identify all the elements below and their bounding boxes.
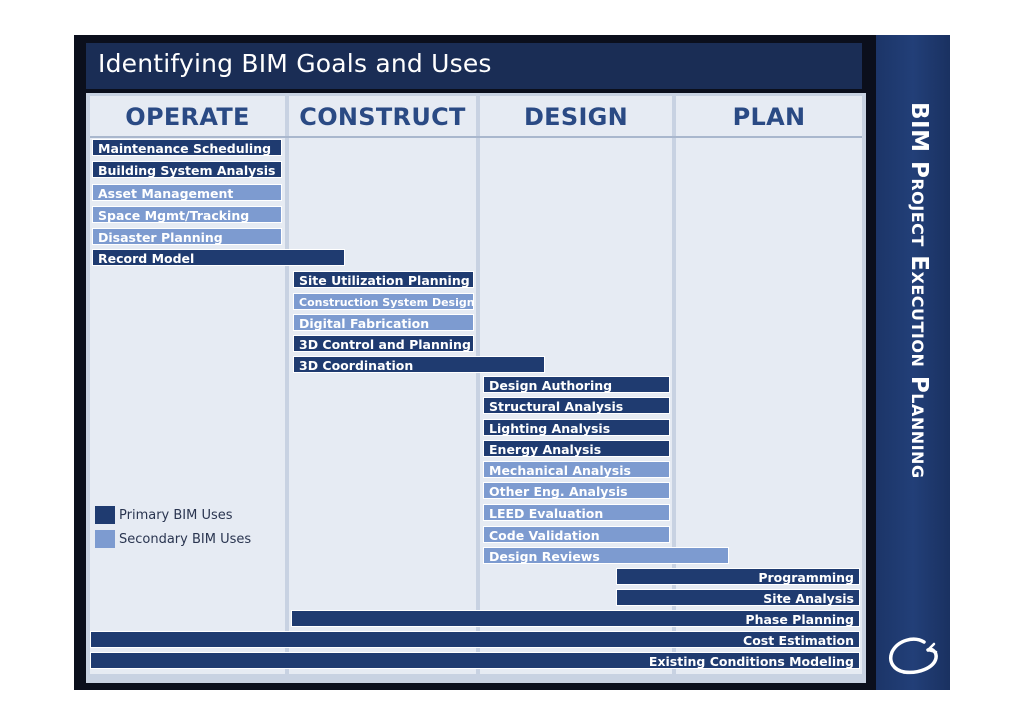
column-operate [90, 96, 285, 674]
use-bar-asset-management: Asset Management [92, 184, 282, 201]
use-bar-structural-analysis: Structural Analysis [483, 397, 670, 414]
side-banner-title: BIM Project Execution Planning [906, 102, 932, 479]
use-bar-construction-system-design: Construction System Design [293, 293, 474, 310]
use-bar-energy-analysis: Energy Analysis [483, 440, 670, 457]
use-bar-digital-fabrication: Digital Fabrication [293, 314, 474, 331]
use-bar-existing-conditions-modeling: Existing Conditions Modeling [90, 652, 860, 669]
use-bar-programming: Programming [616, 568, 860, 585]
column-header-plan: PLAN [732, 103, 806, 131]
use-bar-code-validation: Code Validation [483, 526, 670, 543]
legend-swatch-secondary [95, 530, 115, 548]
use-bar-design-reviews: Design Reviews [483, 547, 729, 564]
legend-swatch-primary [95, 506, 115, 524]
use-bar-leed-evaluation: LEED Evaluation [483, 504, 670, 521]
use-bar-record-model: Record Model [92, 249, 345, 266]
use-bar-disaster-planning: Disaster Planning [92, 228, 282, 245]
use-bar-design-authoring: Design Authoring [483, 376, 670, 393]
header-divider [90, 136, 862, 138]
use-bar-phase-planning: Phase Planning [291, 610, 860, 627]
use-bar-site-analysis: Site Analysis [616, 589, 860, 606]
use-bar-maintenance-scheduling: Maintenance Scheduling [92, 139, 282, 156]
use-bar-3d-coordination: 3D Coordination [293, 356, 545, 373]
use-bar-cost-estimation: Cost Estimation [90, 631, 860, 648]
use-bar-mechanical-analysis: Mechanical Analysis [483, 461, 670, 478]
slide-title: Identifying BIM Goals and Uses [98, 49, 492, 78]
column-plan [676, 96, 862, 674]
use-bar-3d-control-and-planning: 3D Control and Planning [293, 335, 474, 352]
legend-label-primary: Primary BIM Uses [119, 508, 233, 523]
university-logo-icon [889, 637, 938, 675]
column-header-construct: CONSTRUCT [299, 103, 466, 131]
use-bar-space-mgmt-tracking: Space Mgmt/Tracking [92, 206, 282, 223]
column-header-design: DESIGN [523, 103, 629, 131]
use-bar-site-utilization-planning: Site Utilization Planning [293, 271, 474, 288]
use-bar-other-eng-analysis: Other Eng. Analysis [483, 482, 670, 499]
column-header-operate: OPERATE [125, 103, 250, 131]
column-construct [289, 96, 476, 674]
use-bar-building-system-analysis: Building System Analysis [92, 161, 282, 178]
use-bar-lighting-analysis: Lighting Analysis [483, 419, 670, 436]
legend-label-secondary: Secondary BIM Uses [119, 532, 252, 547]
